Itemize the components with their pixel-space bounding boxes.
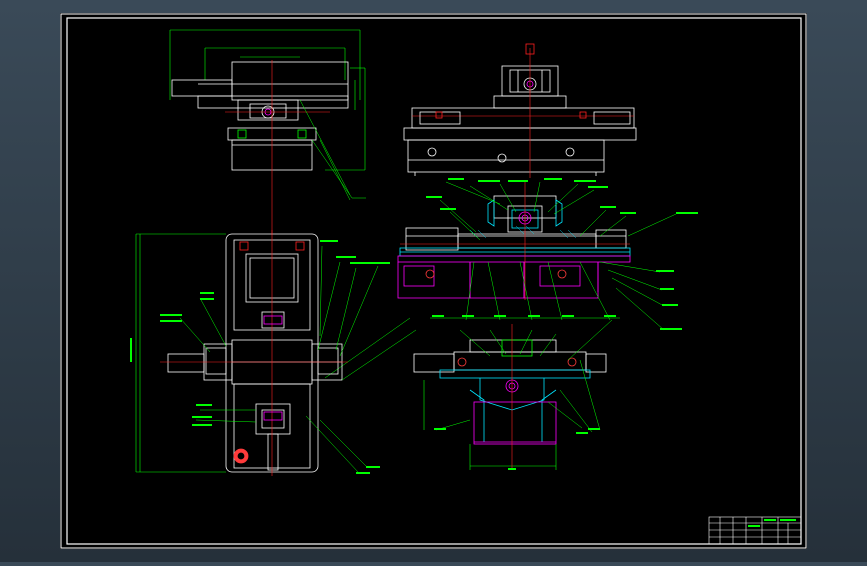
cad-viewport xyxy=(0,0,867,562)
cad-drawing xyxy=(60,13,807,549)
